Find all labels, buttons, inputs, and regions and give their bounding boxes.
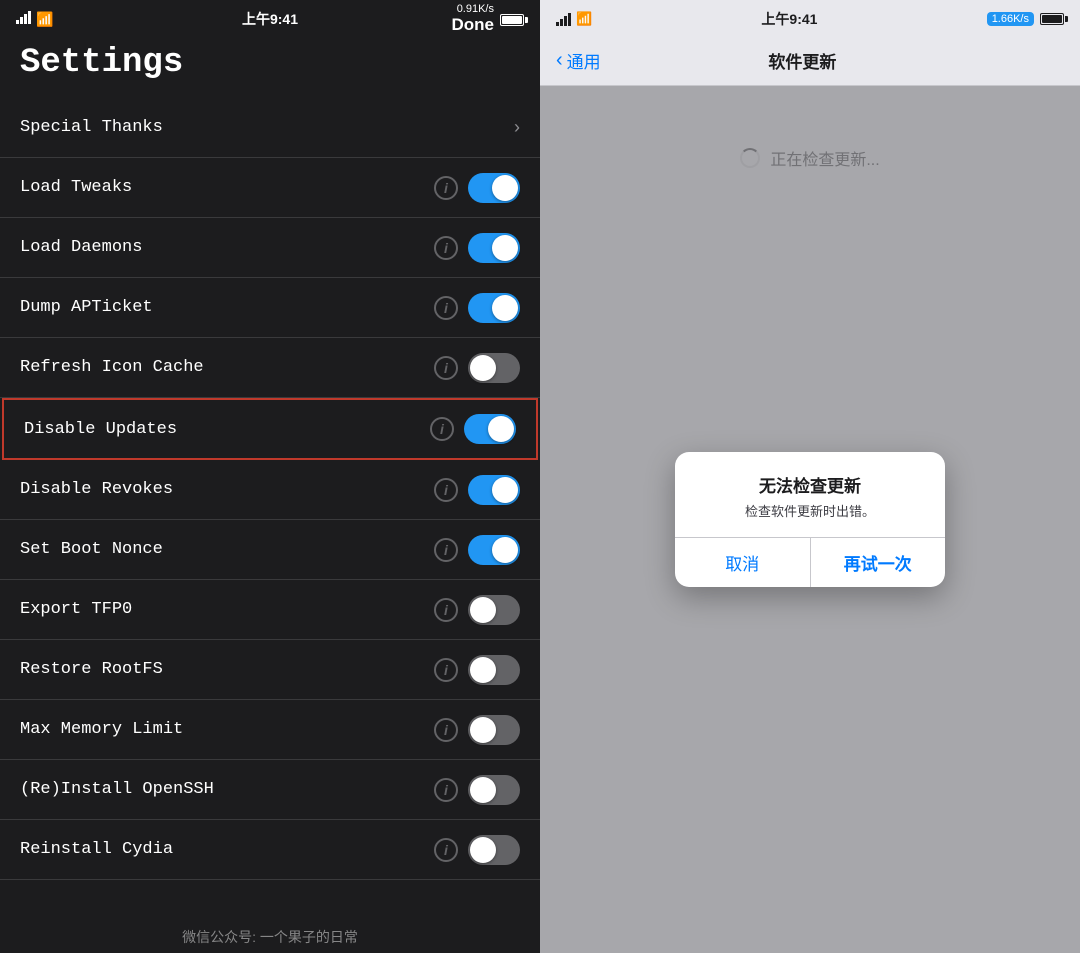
time-left: 上午9:41 — [242, 11, 298, 27]
toggle-load-tweaks[interactable] — [468, 173, 520, 203]
toggle-disable-revokes[interactable] — [468, 475, 520, 505]
settings-item-set-boot-nonce: Set Boot Nonce i — [0, 520, 540, 580]
right-status-icons-left: 0.91K/s Done — [452, 3, 525, 35]
left-status-icons: 📶 — [16, 11, 53, 28]
item-right-refresh-icon-cache: i — [434, 353, 520, 383]
info-button-dump-apticket[interactable]: i — [434, 296, 458, 320]
toggle-load-daemons[interactable] — [468, 233, 520, 263]
time-right: 上午9:41 — [761, 9, 817, 29]
info-button-load-daemons[interactable]: i — [434, 236, 458, 260]
battery-right — [1040, 12, 1064, 26]
settings-item-disable-updates: Disable Updates i — [2, 398, 538, 460]
toggle-set-boot-nonce[interactable] — [468, 535, 520, 565]
back-chevron-icon: ‹ — [556, 49, 563, 72]
left-panel: 📶 上午9:41 0.91K/s Done Settings Special T… — [0, 0, 540, 953]
item-right-restore-rootfs: i — [434, 655, 520, 685]
settings-item-load-tweaks: Load Tweaks i — [0, 158, 540, 218]
settings-item-max-memory-limit: Max Memory Limit i — [0, 700, 540, 760]
watermark-left: 微信公众号: 一个果子的日常 — [0, 921, 540, 953]
info-button-max-memory-limit[interactable]: i — [434, 718, 458, 742]
info-button-load-tweaks[interactable]: i — [434, 176, 458, 200]
back-button[interactable]: ‹ 通用 — [556, 48, 601, 73]
settings-item-special-thanks[interactable]: Special Thanks › — [0, 98, 540, 158]
signal-wifi-right: 📶 — [556, 11, 592, 27]
item-right-special-thanks: › — [514, 117, 520, 138]
item-right-set-boot-nonce: i — [434, 535, 520, 565]
item-right-load-daemons: i — [434, 233, 520, 263]
settings-item-load-daemons: Load Daemons i — [0, 218, 540, 278]
nav-bar-right: ‹ 通用 软件更新 — [540, 36, 1080, 86]
item-right-disable-updates: i — [430, 414, 516, 444]
toggle-refresh-icon-cache[interactable] — [468, 353, 520, 383]
alert-content: 无法检查更新 检查软件更新时出错。 — [675, 452, 945, 537]
info-button-disable-updates[interactable]: i — [430, 417, 454, 441]
toggle-max-memory-limit[interactable] — [468, 715, 520, 745]
info-button-export-tfp0[interactable]: i — [434, 598, 458, 622]
settings-item-restore-rootfs: Restore RootFS i — [0, 640, 540, 700]
settings-item-reinstall-cydia: Reinstall Cydia i — [0, 820, 540, 880]
battery-left — [500, 12, 524, 27]
item-right-load-tweaks: i — [434, 173, 520, 203]
right-panel: 📶 上午9:41 1.66K/s ‹ 通用 软件更新 正在检查更新... — [540, 0, 1080, 953]
alert-overlay: 无法检查更新 检查软件更新时出错。 取消 再试一次 — [540, 86, 1080, 953]
info-button-reinstall-cydia[interactable]: i — [434, 838, 458, 862]
speed-badge-right: 1.66K/s — [987, 12, 1034, 26]
settings-item-disable-revokes: Disable Revokes i — [0, 460, 540, 520]
toggle-disable-updates[interactable] — [464, 414, 516, 444]
alert-title: 无法检查更新 — [691, 472, 929, 497]
toggle-reinstall-cydia[interactable] — [468, 835, 520, 865]
speed-left: 0.91K/s — [457, 3, 494, 15]
settings-item-reinstall-openssh: (Re)Install OpenSSH i — [0, 760, 540, 820]
status-bar-right: 📶 上午9:41 1.66K/s — [540, 0, 1080, 36]
info-button-restore-rootfs[interactable]: i — [434, 658, 458, 682]
alert-message: 检查软件更新时出错。 — [691, 503, 929, 521]
info-button-set-boot-nonce[interactable]: i — [434, 538, 458, 562]
toggle-restore-rootfs[interactable] — [468, 655, 520, 685]
item-right-export-tfp0: i — [434, 595, 520, 625]
chevron-right-icon: › — [514, 117, 520, 138]
settings-item-export-tfp0: Export TFP0 i — [0, 580, 540, 640]
wifi-icon: 📶 — [36, 11, 53, 28]
settings-list: Special Thanks › Load Tweaks i Load Daem… — [0, 98, 540, 921]
toggle-reinstall-openssh[interactable] — [468, 775, 520, 805]
info-button-reinstall-openssh[interactable]: i — [434, 778, 458, 802]
toggle-dump-apticket[interactable] — [468, 293, 520, 323]
status-bar-left: 📶 上午9:41 0.91K/s Done — [0, 0, 540, 36]
page-title: Settings — [0, 36, 540, 98]
done-button[interactable]: Done — [452, 15, 495, 35]
info-button-disable-revokes[interactable]: i — [434, 478, 458, 502]
item-right-reinstall-openssh: i — [434, 775, 520, 805]
settings-item-refresh-icon-cache: Refresh Icon Cache i — [0, 338, 540, 398]
settings-item-dump-apticket: Dump APTicket i — [0, 278, 540, 338]
signal-icon — [16, 11, 31, 27]
battery-speed-right: 1.66K/s — [987, 12, 1064, 26]
item-right-reinstall-cydia: i — [434, 835, 520, 865]
back-label: 通用 — [567, 48, 601, 73]
alert-cancel-button[interactable]: 取消 — [675, 538, 811, 587]
wifi-icon-right: 📶 — [576, 11, 592, 27]
alert-retry-button[interactable]: 再试一次 — [811, 538, 946, 587]
item-right-dump-apticket: i — [434, 293, 520, 323]
alert-dialog: 无法检查更新 检查软件更新时出错。 取消 再试一次 — [675, 452, 945, 587]
item-right-disable-revokes: i — [434, 475, 520, 505]
toggle-export-tfp0[interactable] — [468, 595, 520, 625]
nav-title-right: 软件更新 — [601, 48, 1004, 73]
item-right-max-memory-limit: i — [434, 715, 520, 745]
info-button-refresh-icon-cache[interactable]: i — [434, 356, 458, 380]
alert-buttons: 取消 再试一次 — [675, 537, 945, 587]
right-content: 正在检查更新... 无法检查更新 检查软件更新时出错。 取消 再试一次 — [540, 86, 1080, 953]
